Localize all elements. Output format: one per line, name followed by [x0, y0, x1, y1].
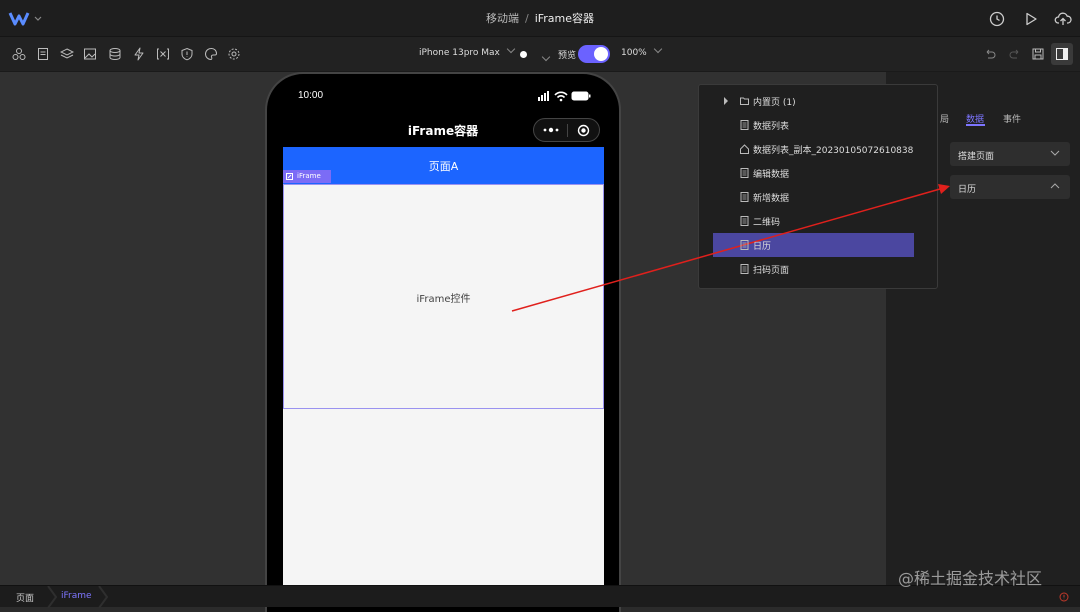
chevron-up-icon: [1050, 183, 1060, 189]
shield-icon[interactable]: [180, 47, 194, 61]
dropdown-item[interactable]: 新增数据: [699, 186, 937, 208]
iframe-placeholder-text: iFrame控件: [416, 294, 471, 305]
redo-icon[interactable]: [1008, 47, 1022, 61]
dropdown-item-label: 日历: [753, 242, 772, 252]
source-type-value: 搭建页面: [958, 152, 995, 162]
component-icon: [286, 173, 293, 180]
page-icon: [740, 192, 749, 202]
dropdown-item-label: 数据列表: [753, 122, 790, 132]
bottom-crumb-iframe[interactable]: iFrame: [61, 591, 92, 601]
more-dots-icon[interactable]: [542, 125, 560, 135]
chevron-down-icon: [541, 52, 551, 62]
source-type-select[interactable]: 搭建页面: [950, 142, 1070, 166]
capsule-divider: [567, 124, 568, 137]
dropdown-item-builtin-folder[interactable]: 内置页 (1): [699, 90, 937, 112]
page-select-value: 日历: [958, 185, 977, 195]
device-select-value: iPhone 13pro Max: [419, 48, 500, 58]
layers-icon[interactable]: [60, 47, 74, 61]
folder-icon: [740, 97, 749, 105]
page-header-title: 页面A: [428, 160, 459, 173]
components-icon[interactable]: [12, 47, 26, 61]
status-icons: [538, 91, 591, 102]
tab-data-underline: [966, 124, 985, 126]
dropdown-item[interactable]: 数据列表_副本_20230105072610838: [699, 138, 937, 160]
error-icon[interactable]: [1059, 592, 1069, 602]
panel-toggle-button[interactable]: [1051, 43, 1073, 65]
iframe-tag-label: iFrame: [297, 172, 321, 180]
undo-icon[interactable]: [983, 47, 997, 61]
dropdown-item-label: 新增数据: [753, 194, 790, 204]
battery-icon: [571, 91, 591, 101]
breadcrumb: 移动端 / iFrame容器: [0, 10, 1080, 26]
page-icon: [740, 240, 749, 250]
preview-toggle[interactable]: [578, 45, 610, 63]
iframe-component-tag: iFrame: [283, 170, 331, 183]
tab-events[interactable]: 事件: [1003, 112, 1021, 125]
dropdown-item-label: 编辑数据: [753, 170, 790, 180]
dropdown-item[interactable]: 二维码: [699, 210, 937, 232]
dropdown-item[interactable]: 编辑数据: [699, 162, 937, 184]
crumb-separator-icon: [47, 586, 57, 608]
breadcrumb-separator: /: [524, 12, 529, 25]
play-icon[interactable]: [1022, 10, 1040, 28]
mini-program-capsule[interactable]: [533, 118, 600, 142]
toggle-knob: [594, 47, 608, 61]
signal-icon: [538, 91, 549, 101]
page-dropdown: 内置页 (1) 数据列表数据列表_副本_20230105072610838 编辑数…: [698, 84, 938, 289]
caret-right-icon[interactable]: [723, 97, 729, 105]
variable-icon[interactable]: [156, 47, 170, 61]
title-bar: 移动端 / iFrame容器: [0, 0, 1080, 37]
dropdown-item[interactable]: 日历: [699, 234, 937, 256]
dropdown-item-label: 内置页 (1): [753, 98, 796, 108]
breadcrumb-page: iFrame容器: [534, 12, 595, 25]
status-time: 10:00: [298, 90, 324, 101]
chevron-down-icon: [653, 44, 662, 54]
lightning-icon[interactable]: [132, 47, 146, 61]
page-icon: [740, 288, 749, 289]
image-icon[interactable]: [83, 47, 97, 61]
device-select[interactable]: iPhone 13pro Max: [419, 44, 516, 58]
dropdown-item-label: 扫码页面: [753, 266, 790, 276]
home-icon: [740, 144, 749, 154]
page-select[interactable]: 日历: [950, 175, 1070, 199]
database-icon[interactable]: [108, 47, 122, 61]
watermark: @稀土掘金技术社区: [898, 569, 1043, 588]
dropdown-item-label: 数据列表_副本_20230105072610838: [753, 146, 914, 156]
dropdown-item[interactable]: 扫码页面: [699, 258, 937, 280]
close-target-icon[interactable]: [577, 124, 590, 137]
history-icon[interactable]: [988, 10, 1006, 28]
palette-icon[interactable]: [204, 47, 218, 61]
page-icon: [740, 120, 749, 130]
dropdown-item[interactable]: 数据列表: [699, 114, 937, 136]
page-icon: [740, 168, 749, 178]
wifi-icon: [554, 91, 568, 102]
page-icon[interactable]: [36, 47, 50, 61]
dropdown-item-label: 扫码页面: [753, 287, 789, 288]
crumb-separator-icon: [98, 586, 108, 608]
toolbar: iPhone 13pro Max 预览 100%: [0, 37, 1080, 72]
cloud-upload-icon[interactable]: [1054, 10, 1072, 28]
bottom-crumb-page[interactable]: 页面: [16, 591, 34, 604]
chevron-down-icon: [1050, 150, 1060, 156]
save-icon[interactable]: [1031, 47, 1045, 61]
chevron-down-icon: [506, 44, 516, 54]
settings-gear-icon[interactable]: [227, 47, 241, 61]
page-icon: [740, 264, 749, 274]
orientation-dot[interactable]: [520, 51, 527, 58]
zoom-select[interactable]: 100%: [621, 44, 662, 58]
page-icon: [740, 216, 749, 226]
dropdown-item[interactable]: 扫码页面: [699, 282, 937, 289]
dropdown-item-label: 二维码: [753, 218, 781, 228]
sidebar-panel-icon: [1056, 48, 1068, 60]
preview-label: 预览: [558, 51, 577, 61]
breadcrumb-section[interactable]: 移动端: [486, 12, 519, 25]
orientation-chevron[interactable]: [535, 48, 551, 67]
zoom-value: 100%: [621, 48, 647, 58]
tab-layout[interactable]: 局: [940, 112, 949, 125]
